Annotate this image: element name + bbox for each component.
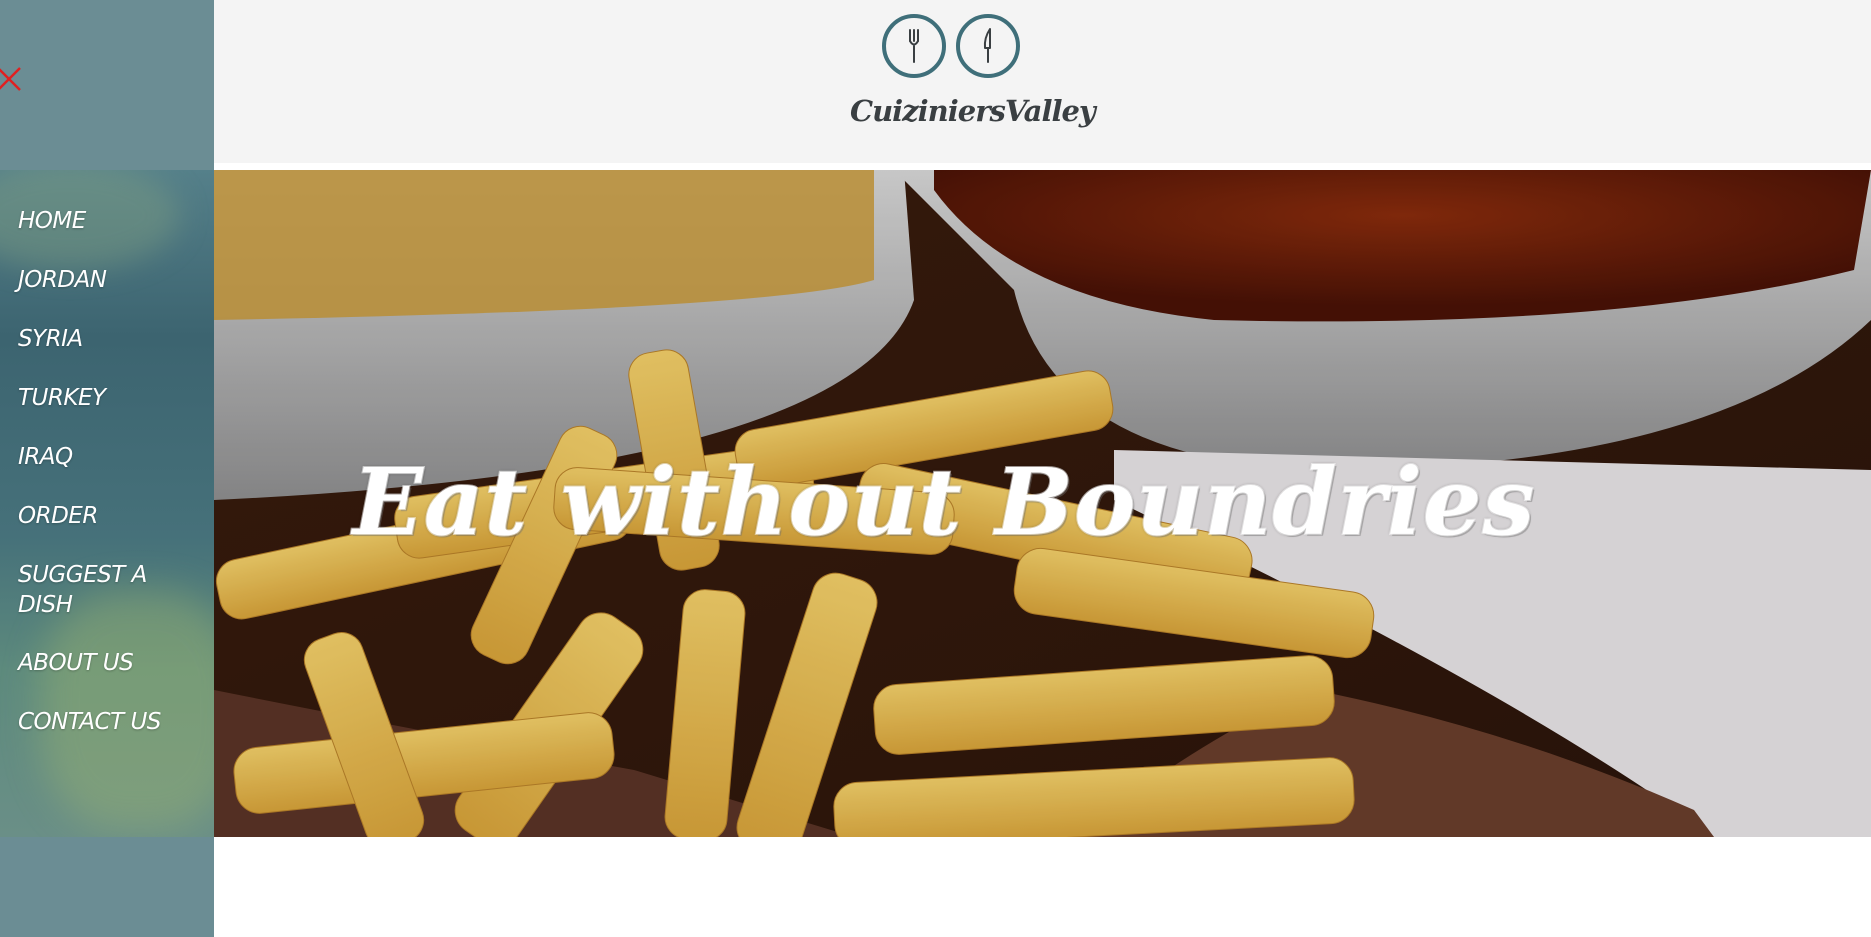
header-divider — [214, 163, 1871, 170]
nav-item-about-us[interactable]: ABOUT US — [18, 648, 208, 678]
nav-item-syria[interactable]: SYRIA — [18, 324, 208, 354]
site-logo[interactable]: CuiziniersValley — [850, 12, 1096, 142]
knife-icon — [956, 14, 1020, 78]
nav-item-contact-us[interactable]: CONTACT US — [18, 707, 208, 737]
hero-banner: Eat without Boundries — [214, 170, 1871, 837]
sidebar-header — [0, 0, 214, 170]
fork-icon — [882, 14, 946, 78]
sidebar-menu: HOME JORDAN SYRIA TURKEY IRAQ ORDER SUGG… — [0, 170, 214, 837]
sidebar-footer — [0, 837, 214, 937]
nav-item-order[interactable]: ORDER — [18, 501, 208, 531]
close-icon[interactable] — [0, 64, 24, 94]
nav-item-home[interactable]: HOME — [18, 206, 208, 236]
nav-item-turkey[interactable]: TURKEY — [18, 383, 208, 413]
nav-list: HOME JORDAN SYRIA TURKEY IRAQ ORDER SUGG… — [18, 206, 208, 766]
nav-item-jordan[interactable]: JORDAN — [18, 265, 208, 295]
brand-name: CuiziniersValley — [850, 94, 1096, 128]
hero-title: Eat without Boundries — [352, 447, 1536, 557]
nav-item-suggest-a-dish[interactable]: SUGGEST A DISH — [18, 560, 148, 620]
nav-item-iraq[interactable]: IRAQ — [18, 442, 208, 472]
